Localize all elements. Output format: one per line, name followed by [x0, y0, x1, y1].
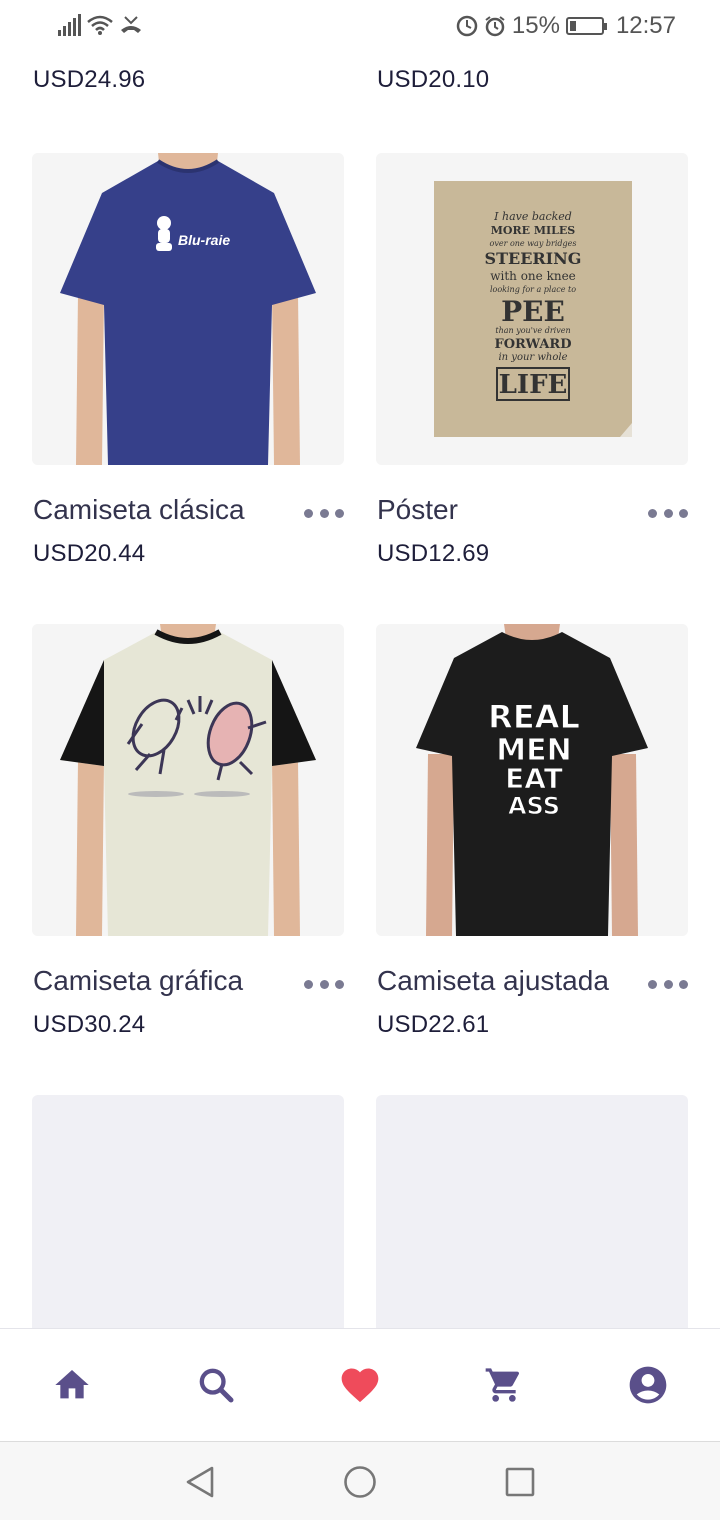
home-circle-icon [344, 1466, 376, 1498]
data-saver-icon [456, 15, 478, 37]
status-icons-right: 15% 12:57 [456, 12, 676, 40]
product-image-poster[interactable]: I have backed MORE MILES over one way br… [376, 153, 688, 465]
product-image-fitted-tshirt[interactable]: REAL MEN EAT ASS [376, 624, 688, 936]
system-recents-button[interactable] [502, 1464, 538, 1500]
product-price: USD20.44 [33, 540, 146, 567]
shirt-print-text: Blu-raie [178, 232, 230, 248]
more-options-button[interactable] [648, 503, 688, 523]
recents-square-icon [505, 1467, 535, 1497]
account-icon [629, 1366, 667, 1404]
search-icon [199, 1368, 234, 1403]
product-price: USD30.24 [33, 1011, 146, 1038]
battery-icon [565, 17, 607, 35]
product-price: USD24.96 [33, 66, 146, 93]
poster-line: looking for a place to [490, 285, 576, 294]
back-triangle-icon [186, 1466, 214, 1498]
missed-call-icon [121, 16, 141, 33]
system-back-button[interactable] [182, 1464, 218, 1500]
poster-line: with one knee [490, 269, 576, 283]
heart-icon [341, 1368, 379, 1403]
shirt-print-text: EAT [505, 762, 563, 795]
product-title[interactable]: Camiseta gráfica [33, 965, 243, 997]
more-options-button[interactable] [304, 974, 344, 994]
status-icons-left [58, 14, 143, 36]
nav-favorites[interactable] [338, 1363, 382, 1407]
nav-account[interactable] [626, 1363, 670, 1407]
product-title[interactable]: Póster [377, 494, 458, 526]
product-image-classic-tshirt[interactable]: Blu-raie [32, 153, 344, 465]
poster-line: MORE MILES [491, 224, 576, 237]
signal-icon [58, 14, 81, 36]
bottom-navigation [0, 1328, 720, 1440]
status-bar: 15% 12:57 [0, 0, 720, 56]
wifi-icon [87, 15, 113, 35]
system-navigation-bar [0, 1441, 720, 1520]
shirt-print-text: REAL [488, 698, 580, 736]
system-home-button[interactable] [342, 1464, 378, 1500]
home-icon [55, 1370, 89, 1399]
product-image-graphic-tshirt[interactable] [32, 624, 344, 936]
poster-line: I have backed [493, 210, 572, 223]
more-options-button[interactable] [648, 974, 688, 994]
product-image-placeholder[interactable] [376, 1095, 688, 1335]
shirt-print-text: ASS [508, 792, 560, 820]
nav-search[interactable] [194, 1363, 238, 1407]
poster-line: FORWARD [494, 337, 571, 352]
more-options-button[interactable] [304, 503, 344, 523]
poster-line: STEERING [485, 249, 582, 268]
nav-cart[interactable] [482, 1363, 526, 1407]
battery-percent: 15% [511, 12, 560, 39]
product-title[interactable]: Camiseta ajustada [377, 965, 609, 997]
clock: 12:57 [615, 12, 676, 39]
alarm-icon [485, 16, 505, 37]
product-price: USD12.69 [377, 540, 490, 567]
product-price: USD20.10 [377, 66, 490, 93]
product-title[interactable]: Camiseta clásica [33, 494, 245, 526]
poster-line: in your whole [498, 352, 567, 363]
poster-line: than you've driven [495, 326, 570, 335]
poster-line: LIFE [499, 370, 568, 400]
poster-line: PEE [501, 295, 565, 328]
product-image-placeholder[interactable] [32, 1095, 344, 1335]
poster-line: over one way bridges [490, 239, 577, 248]
product-price: USD22.61 [377, 1011, 490, 1038]
cart-icon [485, 1368, 520, 1402]
nav-home[interactable] [50, 1363, 94, 1407]
